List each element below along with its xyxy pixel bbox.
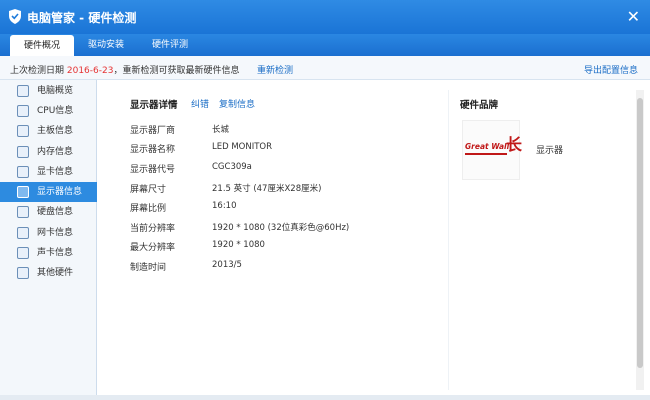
cpu-icon: [17, 105, 29, 117]
field-label-manufacture-date: 制造时间: [130, 263, 167, 273]
great-wall-logo: Great Wall 长: [462, 120, 522, 180]
sidebar-item-cpu[interactable]: CPU信息: [0, 101, 97, 121]
shield-icon: [9, 9, 21, 24]
panel-divider: [448, 90, 449, 390]
export-config-link[interactable]: 导出配置信息: [584, 63, 638, 76]
field-label-code: 显示器代号: [130, 165, 176, 175]
sidebar-item-other[interactable]: 其他硬件: [0, 263, 97, 283]
sound-icon: [17, 247, 29, 259]
other-hardware-icon: [17, 267, 29, 279]
display-details-panel: 显示器详情 纠错 复制信息 显示器厂商 长城 显示器名称 LED MONITOR…: [98, 80, 650, 400]
display-icon: [17, 186, 29, 198]
tab-hardware-overview[interactable]: 硬件概况: [10, 35, 74, 56]
sidebar-item-memory[interactable]: 内存信息: [0, 142, 97, 162]
gpu-icon: [17, 166, 29, 178]
field-value-max-resolution: 1920 * 1080: [212, 240, 265, 250]
monitor-icon: [17, 85, 29, 97]
close-icon[interactable]: ✕: [627, 7, 640, 26]
bottom-border: [0, 395, 650, 400]
field-value-manufacture-date: 2013/5: [212, 260, 242, 270]
disk-icon: [17, 206, 29, 218]
sidebar-item-disk[interactable]: 硬盘信息: [0, 202, 97, 222]
memory-icon: [17, 146, 29, 158]
sidebar-item-sound[interactable]: 声卡信息: [0, 243, 97, 263]
field-value-current-resolution: 1920 * 1080 (32位真彩色@60Hz): [212, 223, 350, 233]
info-bar: 上次检测日期 2016-6-23，重新检测可获取最新硬件信息 重新检测 导出配置…: [0, 56, 650, 80]
last-check-date: 2016-6-23: [66, 66, 114, 76]
sidebar-item-overview[interactable]: 电脑概览: [0, 81, 97, 101]
field-label-max-resolution: 最大分辨率: [130, 243, 176, 253]
tab-bar: 硬件概况 驱动安装 硬件评测: [0, 34, 650, 56]
field-label-ratio: 屏幕比例: [130, 204, 167, 214]
motherboard-icon: [17, 125, 29, 137]
brand-title: 硬件品牌: [460, 100, 499, 111]
field-value-ratio: 16:10: [212, 201, 237, 211]
copy-info-link[interactable]: 复制信息: [219, 97, 255, 110]
tab-hardware-benchmark[interactable]: 硬件评测: [138, 34, 202, 56]
scrollbar-thumb[interactable]: [637, 98, 643, 368]
network-icon: [17, 227, 29, 239]
field-label-name: 显示器名称: [130, 145, 176, 155]
field-value-vendor: 长城: [212, 125, 230, 135]
brand-caption: 显示器: [536, 146, 564, 156]
sidebar-item-network[interactable]: 网卡信息: [0, 223, 97, 243]
title-bar: 电脑管家 - 硬件检测 ✕: [0, 0, 650, 34]
field-label-size: 屏幕尺寸: [130, 185, 167, 195]
field-value-name: LED MONITOR: [212, 142, 273, 152]
sidebar: 电脑概览 CPU信息 主板信息 内存信息 显卡信息 显示器信息 硬盘信息 网卡信…: [0, 80, 97, 400]
sidebar-item-gpu[interactable]: 显卡信息: [0, 162, 97, 182]
field-value-size: 21.5 英寸 (47厘米X28厘米): [212, 184, 322, 194]
vertical-scrollbar[interactable]: [636, 90, 644, 390]
sidebar-item-display[interactable]: 显示器信息: [0, 182, 97, 202]
window-title: 电脑管家 - 硬件检测: [27, 11, 137, 25]
sidebar-item-motherboard[interactable]: 主板信息: [0, 121, 97, 141]
field-label-current-resolution: 当前分辨率: [130, 224, 176, 234]
field-label-vendor: 显示器厂商: [130, 126, 176, 136]
tab-driver-install[interactable]: 驱动安装: [74, 34, 138, 56]
details-title: 显示器详情: [130, 100, 178, 111]
last-check-text: 上次检测日期 2016-6-23，重新检测可获取最新硬件信息: [10, 66, 240, 76]
correct-link[interactable]: 纠错: [191, 97, 209, 110]
field-value-code: CGC309a: [212, 162, 252, 172]
redetect-link[interactable]: 重新检测: [257, 63, 293, 76]
